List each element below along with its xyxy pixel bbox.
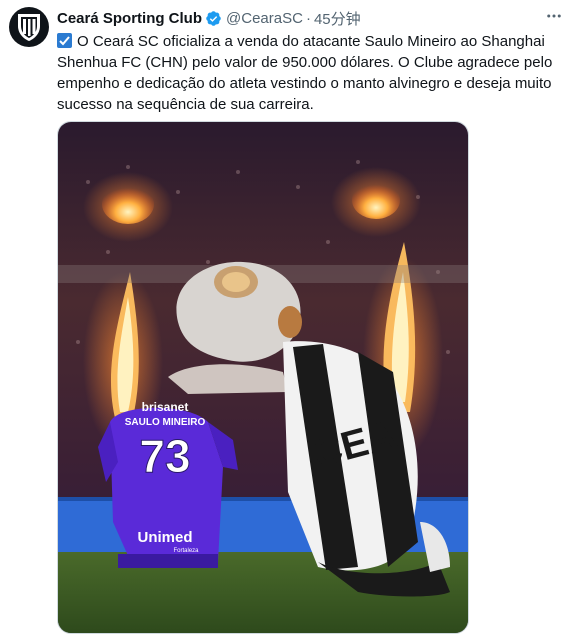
- jersey-player-name: SAULO MINEIRO: [125, 417, 206, 428]
- verified-badge-icon[interactable]: [205, 10, 222, 27]
- flame-left-top: [102, 184, 154, 224]
- jersey-sponsor-small: Fortaleza: [173, 548, 199, 554]
- separator-dot: ·: [305, 9, 311, 27]
- tweet[interactable]: Ceará Sporting Club @CearaSC · 45分钟 O Ce…: [0, 0, 579, 641]
- club-crest-icon: [18, 14, 40, 41]
- tweet-photo[interactable]: brisanet SAULO MINEIRO 73 Unimed Fortale…: [57, 121, 469, 634]
- author-handle[interactable]: @CearaSC: [226, 10, 303, 27]
- author-name[interactable]: Ceará Sporting Club: [57, 10, 202, 27]
- jersey-number: 73: [139, 430, 190, 482]
- photo-scene: brisanet SAULO MINEIRO 73 Unimed Fortale…: [58, 122, 468, 633]
- tweet-body: O Ceará SC oficializa a venda do atacant…: [57, 33, 553, 113]
- more-options-icon[interactable]: [544, 6, 564, 26]
- avatar[interactable]: [9, 7, 49, 47]
- tweet-header: Ceará Sporting Club @CearaSC · 45分钟: [57, 8, 539, 28]
- jersey-sponsor-top: brisanet: [142, 400, 189, 414]
- tweet-text: O Ceará SC oficializa a venda do atacant…: [57, 31, 565, 115]
- check-mark-emoji-icon: [57, 33, 72, 48]
- jersey-sponsor-bottom: Unimed: [137, 529, 192, 546]
- timestamp[interactable]: 45分钟: [314, 8, 361, 29]
- flame-right-top: [352, 181, 400, 219]
